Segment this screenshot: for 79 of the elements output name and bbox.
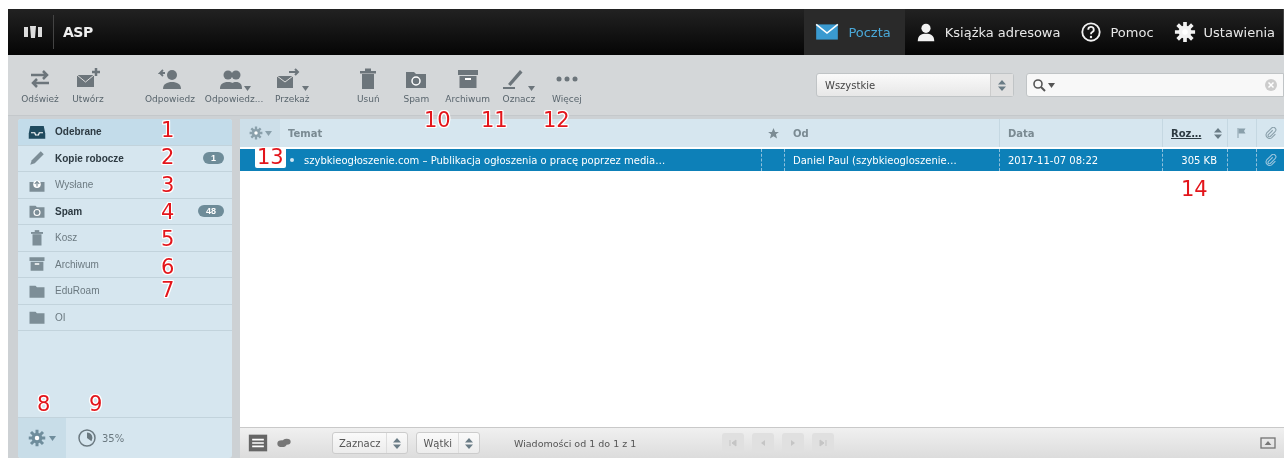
envelope-arrow-icon [275, 66, 300, 91]
annotation-number: 2 [161, 147, 175, 168]
list-icon [248, 433, 268, 453]
annotation-number: 14 [1181, 179, 1208, 200]
column-header[interactable]: Data [1000, 119, 1163, 147]
caret-icon [301, 85, 309, 91]
column-header[interactable]: Od [785, 119, 1000, 147]
column-header[interactable]: Roz… [1163, 119, 1228, 147]
annotation-number: 10 [424, 110, 451, 131]
toolbar-button[interactable]: Oznacz [494, 66, 543, 104]
quota-pie-icon [78, 429, 96, 447]
caret-icon [49, 435, 56, 441]
list-view-button[interactable] [248, 433, 268, 453]
annotation-number: 9 [89, 394, 103, 415]
pencil-icon [28, 149, 46, 168]
size-cell: 305 KB [1163, 149, 1228, 171]
toolbar-button[interactable]: Odpowiedz... [199, 66, 269, 104]
paperclip-icon [1264, 126, 1277, 140]
toolbar-button[interactable]: Archiwum [440, 66, 495, 104]
annotation-number: 13 [255, 147, 286, 168]
settings-icon [248, 126, 263, 140]
search-field[interactable] [1026, 73, 1284, 97]
annotation-number: 8 [37, 394, 51, 415]
nav-tab[interactable]: Pomoc [1070, 9, 1164, 55]
crest-logo-icon [22, 25, 44, 39]
star-icon [767, 126, 780, 140]
toolbar-button[interactable]: Odpowiedz [140, 66, 200, 104]
annotation-number: 3 [161, 175, 175, 196]
archive-box-icon [28, 255, 46, 274]
unread-count: 1 [203, 152, 224, 165]
folder-item[interactable]: OI [18, 304, 232, 331]
toolbar-button[interactable]: Przekaż [268, 66, 317, 104]
threads-dropdown[interactable]: Wątki [416, 432, 480, 454]
reply-person-icon [157, 66, 182, 91]
toolbar-button[interactable]: Odśwież [16, 66, 64, 104]
list-options-button[interactable] [240, 119, 280, 147]
flag-icon [1236, 127, 1248, 139]
date-cell: 2017-11-07 08:22 [1000, 149, 1163, 171]
settings-menu-button[interactable] [18, 418, 66, 458]
sort-arrows-icon [464, 437, 473, 449]
toolbar-button[interactable]: Usuń [344, 66, 393, 104]
collapse-button[interactable] [1260, 435, 1276, 451]
sort-arrows-icon [393, 437, 402, 449]
toolbar-button[interactable]: Więcej [542, 66, 591, 104]
annotation-number: 1 [161, 120, 175, 141]
last-page-icon [816, 437, 829, 449]
sender-cell: Daniel Paul (szybkieogloszenie… [785, 149, 1000, 171]
sort-arrows-icon [998, 79, 1006, 91]
settings-icon [28, 429, 46, 447]
annotation-number: 4 [161, 202, 175, 223]
help-icon [1080, 21, 1103, 43]
collapse-icon [1260, 435, 1276, 451]
caret-icon [528, 85, 536, 91]
settings-icon [1173, 21, 1196, 43]
message-count: Wiadomości od 1 do 1 z 1 [513, 437, 638, 449]
nav-tab[interactable]: Poczta [804, 9, 905, 55]
filter-select[interactable]: Wszystkie [816, 73, 1014, 97]
dots-icon [554, 75, 579, 82]
paperclip-icon [1264, 153, 1277, 167]
toolbar-button[interactable]: Spam [392, 66, 441, 104]
sort-arrows-icon [1214, 127, 1222, 139]
annotation-number: 6 [161, 257, 175, 278]
caret-icon [1048, 82, 1055, 88]
logo-text: ASP [63, 24, 93, 40]
clear-icon[interactable] [1265, 79, 1277, 91]
annotation-number: 5 [161, 229, 175, 250]
unread-count: 48 [198, 205, 224, 218]
caret-icon [264, 130, 272, 136]
nav-tab[interactable]: Książka adresowa [904, 9, 1071, 55]
trash-icon [28, 228, 46, 247]
first-page-icon [726, 437, 739, 449]
caret-icon [243, 85, 251, 91]
annotation-number: 12 [543, 110, 570, 131]
quota-reading: 35% [102, 432, 125, 444]
select-dropdown[interactable]: Zaznacz [332, 432, 409, 454]
annotation-number: 11 [481, 110, 508, 131]
annotation-number: 7 [161, 280, 175, 301]
search-icon [1033, 78, 1046, 92]
toolbar-button[interactable]: Utwórz [64, 66, 112, 104]
